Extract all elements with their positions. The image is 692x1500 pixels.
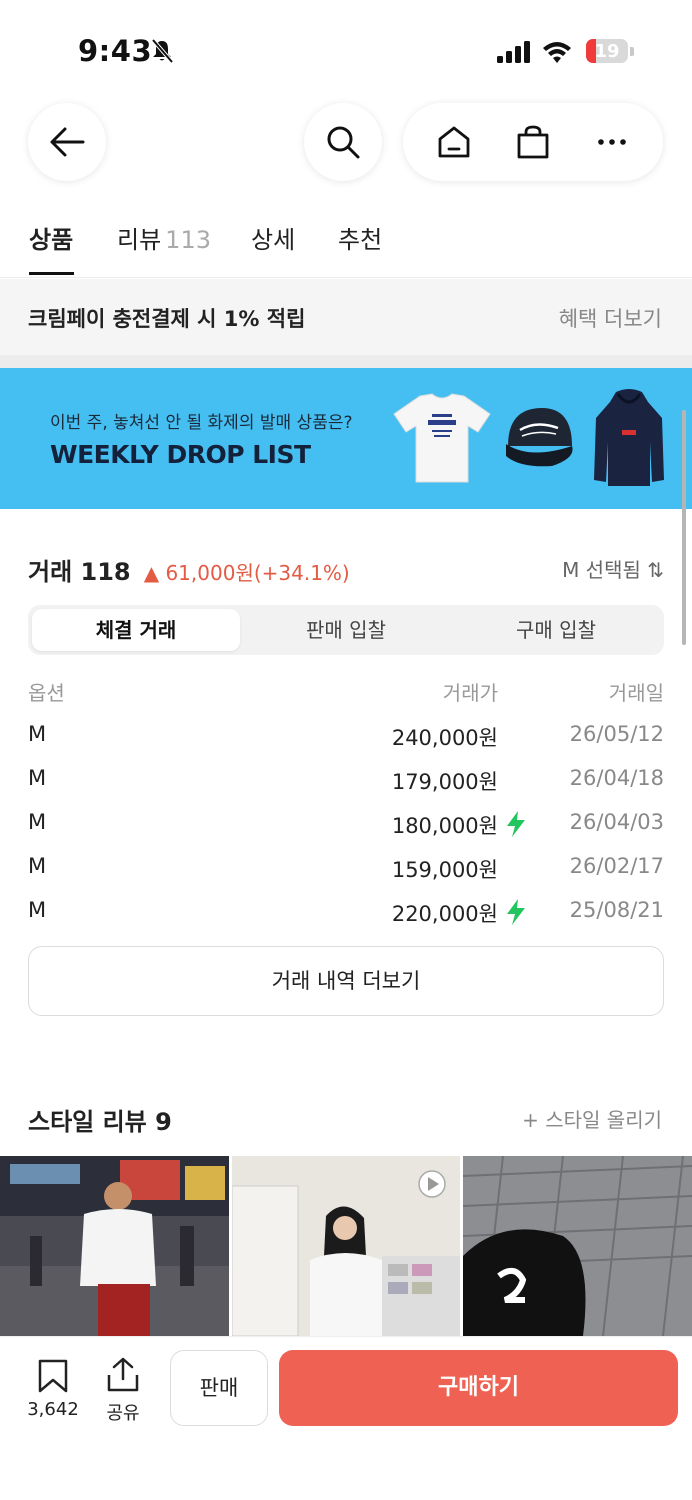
- table-row: M 240,000원 26/05/12: [28, 722, 664, 756]
- search-icon: [327, 126, 360, 159]
- product-tabs: 상품 리뷰 113 상세 추천: [0, 220, 692, 278]
- street-photo-image: [0, 1156, 229, 1336]
- style-review-title: 스타일 리뷰 9: [28, 1108, 172, 1136]
- benefit-more-link[interactable]: 혜택 더보기: [559, 303, 662, 333]
- row-option: M: [28, 766, 47, 790]
- size-selector[interactable]: M 선택됨 ⇅: [562, 554, 664, 583]
- nav-actions-group: [403, 103, 663, 181]
- row-date: 26/04/18: [569, 766, 664, 790]
- row-price: 159,000원: [391, 858, 498, 882]
- row-price: 180,000원: [391, 814, 498, 838]
- table-row: M 159,000원 26/02/17: [28, 854, 664, 888]
- status-time: 9:43: [78, 34, 153, 68]
- benefit-text: 크림페이 충전결제 시 1% 적립: [28, 307, 306, 331]
- hoodie-product-image: [594, 389, 664, 486]
- trade-summary: 거래 118 ▲ 61,000원(+34.1%) M 선택됨 ⇅: [28, 552, 664, 588]
- bookmark-icon[interactable]: [37, 1359, 69, 1393]
- more-icon[interactable]: [594, 124, 630, 160]
- share-icon[interactable]: [106, 1357, 140, 1393]
- segment-completed-trades[interactable]: 체결 거래: [32, 609, 240, 651]
- back-button[interactable]: [28, 103, 106, 181]
- style-photo[interactable]: [0, 1156, 229, 1336]
- trade-title: 거래 118: [28, 558, 131, 586]
- wifi-icon: [543, 42, 571, 63]
- header-price: 거래가: [442, 681, 498, 705]
- shopping-bag-icon[interactable]: [515, 124, 551, 160]
- banner-subtitle: 이번 주, 놓쳐선 안 될 화제의 발매 상품은?: [50, 413, 353, 433]
- battery-indicator: 19: [586, 39, 628, 63]
- segment-sell-bids[interactable]: 판매 입찰: [242, 609, 450, 651]
- share-label[interactable]: 공유: [98, 1399, 148, 1425]
- trade-history-more-button[interactable]: 거래 내역 더보기: [28, 946, 664, 1016]
- row-option: M: [28, 854, 47, 878]
- fast-delivery-bolt-icon: [507, 899, 525, 925]
- fast-delivery-bolt-icon: [507, 811, 525, 837]
- cap-on-pavement-image: [463, 1156, 692, 1336]
- table-row: M 180,000원 26/04/03: [28, 810, 664, 844]
- tab-detail[interactable]: 상세: [251, 220, 295, 276]
- scrollbar[interactable]: [682, 410, 686, 645]
- battery-level: 19: [594, 41, 620, 62]
- banner-title: WEEKLY DROP LIST: [50, 440, 311, 469]
- cap-product-image: [506, 408, 573, 467]
- search-button[interactable]: [304, 103, 382, 181]
- trade-table-header: 옵션 거래가 거래일: [28, 677, 664, 707]
- bottom-action-bar: 3,642 공유 판매 구매하기: [0, 1336, 692, 1500]
- row-price: 179,000원: [391, 770, 498, 794]
- tshirt-product-image: [393, 393, 491, 483]
- row-date: 26/04/03: [569, 810, 664, 834]
- tab-product[interactable]: 상품: [29, 220, 73, 276]
- table-row: M 179,000원 26/04/18: [28, 766, 664, 800]
- bookmark-count: 3,642: [27, 1399, 79, 1420]
- row-option: M: [28, 898, 47, 922]
- mirror-selfie-image: [232, 1156, 460, 1336]
- header-date: 거래일: [608, 681, 664, 705]
- back-arrow-icon: [50, 127, 85, 157]
- buy-button[interactable]: 구매하기: [279, 1350, 678, 1426]
- style-photo[interactable]: [463, 1156, 692, 1336]
- cellular-signal-icon: [497, 41, 530, 63]
- row-date: 25/08/21: [569, 898, 664, 922]
- row-price: 240,000원: [391, 726, 498, 750]
- row-date: 26/02/17: [569, 854, 664, 878]
- header-option: 옵션: [28, 681, 65, 705]
- benefit-row[interactable]: 크림페이 충전결제 시 1% 적립 혜택 더보기: [0, 279, 692, 355]
- sell-button[interactable]: 판매: [170, 1350, 268, 1426]
- tab-recommend[interactable]: 추천: [338, 220, 382, 276]
- status-bar: 9:43 19: [0, 0, 692, 100]
- row-option: M: [28, 722, 47, 746]
- row-date: 26/05/12: [569, 722, 664, 746]
- home-icon[interactable]: [436, 124, 472, 160]
- section-divider: [0, 355, 692, 368]
- table-row: M 220,000원 25/08/21: [28, 898, 664, 932]
- row-price: 220,000원: [391, 902, 498, 926]
- tab-review[interactable]: 리뷰 113: [117, 220, 211, 276]
- bell-off-icon: [151, 38, 174, 64]
- row-option: M: [28, 810, 47, 834]
- review-count: 113: [165, 226, 211, 254]
- add-style-button[interactable]: + 스타일 올리기: [522, 1104, 662, 1133]
- weekly-drop-banner[interactable]: 이번 주, 놓쳐선 안 될 화제의 발매 상품은? WEEKLY DROP LI…: [0, 368, 692, 509]
- price-change: ▲ 61,000원(+34.1%): [143, 561, 350, 585]
- style-photo[interactable]: [232, 1156, 460, 1336]
- active-tab-indicator: [29, 272, 74, 275]
- segment-buy-bids[interactable]: 구매 입찰: [452, 609, 660, 651]
- trade-type-segment: 체결 거래 판매 입찰 구매 입찰: [28, 605, 664, 655]
